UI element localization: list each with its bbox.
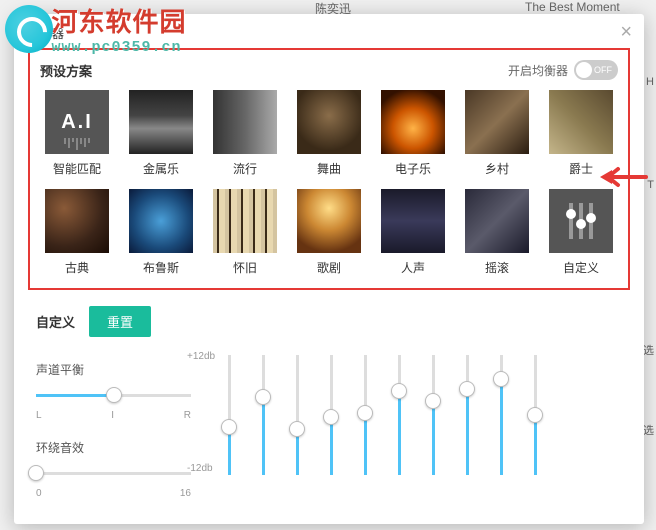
side-text-4: 选 — [643, 422, 654, 438]
preset-ai[interactable]: A.I 智能匹配 — [40, 90, 114, 177]
preset-thumb-elec — [381, 90, 445, 154]
preset-thumb-opera — [297, 189, 361, 253]
eq-band-2[interactable] — [255, 355, 271, 475]
preset-label: 摇滚 — [460, 259, 534, 276]
preset-thumb-rock — [465, 189, 529, 253]
preset-label: 电子乐 — [376, 160, 450, 177]
balance-tick-right: R — [184, 410, 191, 421]
preset-thumb-classic — [45, 189, 109, 253]
preset-classic[interactable]: 古典 — [40, 189, 114, 276]
preset-thumb-oldie — [213, 189, 277, 253]
preset-opera[interactable]: 歌剧 — [292, 189, 366, 276]
surround-control: 环绕音效 0 16 — [36, 439, 191, 499]
eq-toggle[interactable]: OFF — [574, 60, 618, 80]
surround-tick-max: 16 — [180, 488, 191, 499]
side-text-1: H — [646, 76, 654, 88]
preset-thumb-pop — [213, 90, 277, 154]
balance-tick-left: L — [36, 410, 42, 421]
custom-body: 声道平衡 L I R 环绕音效 — [36, 351, 622, 517]
custom-header: 自定义 重置 — [36, 306, 622, 337]
preset-country[interactable]: 乡村 — [460, 90, 534, 177]
preset-elec[interactable]: 电子乐 — [376, 90, 450, 177]
preset-blues[interactable]: 布鲁斯 — [124, 189, 198, 276]
db-label-top: +12db — [187, 351, 215, 362]
preset-rock[interactable]: 摇滚 — [460, 189, 534, 276]
preset-label: 古典 — [40, 259, 114, 276]
eq-toggle-group: 开启均衡器 OFF — [508, 60, 618, 80]
preset-thumb-jazz — [549, 90, 613, 154]
panel-title: 均衡器 — [28, 27, 64, 41]
eq-band-4[interactable] — [323, 355, 339, 475]
preset-pop[interactable]: 流行 — [208, 90, 282, 177]
surround-ticks: 0 16 — [36, 488, 191, 499]
eq-band-3[interactable] — [289, 355, 305, 475]
preset-thumb-country — [465, 90, 529, 154]
preset-label: 舞曲 — [292, 160, 366, 177]
preset-title: 预设方案 — [40, 61, 92, 80]
preset-jazz[interactable]: 爵士 — [544, 90, 618, 177]
preset-thumb-blues — [129, 189, 193, 253]
custom-section: 自定义 重置 声道平衡 L I R — [14, 298, 644, 517]
surround-label: 环绕音效 — [36, 439, 191, 456]
bg-album: The Best Moment — [525, 0, 620, 14]
side-text-3: 选 — [643, 342, 654, 358]
preset-oldie[interactable]: 怀旧 — [208, 189, 282, 276]
eq-band-1[interactable] — [221, 355, 237, 475]
preset-label: 智能匹配 — [40, 160, 114, 177]
preset-dance[interactable]: 舞曲 — [292, 90, 366, 177]
balance-tick-mid: I — [111, 410, 114, 421]
preset-thumb-metal — [129, 90, 193, 154]
left-controls: 声道平衡 L I R 环绕音效 — [36, 351, 191, 517]
preset-thumb-ai: A.I — [45, 90, 109, 154]
eq-band-7[interactable] — [425, 355, 441, 475]
preset-metal[interactable]: 金属乐 — [124, 90, 198, 177]
surround-tick-min: 0 — [36, 488, 42, 499]
preset-label: 歌剧 — [292, 259, 366, 276]
preset-section: 预设方案 开启均衡器 OFF A.I 智能匹配金属乐流行舞曲电子乐乡村爵士古典布鲁… — [28, 48, 630, 290]
eq-band-8[interactable] — [459, 355, 475, 475]
eq-band-9[interactable] — [493, 355, 509, 475]
preset-label: 流行 — [208, 160, 282, 177]
balance-ticks: L I R — [36, 410, 191, 421]
preset-custom[interactable]: 自定义 — [544, 189, 618, 276]
preset-grid: A.I 智能匹配金属乐流行舞曲电子乐乡村爵士古典布鲁斯怀旧歌剧人声摇滚自定义 — [40, 90, 618, 276]
custom-title: 自定义 — [36, 312, 75, 331]
preset-vocal[interactable]: 人声 — [376, 189, 450, 276]
close-button[interactable]: × — [620, 22, 632, 42]
eq-band-sliders: +12db -12db — [221, 351, 622, 517]
preset-label: 布鲁斯 — [124, 259, 198, 276]
balance-control: 声道平衡 L I R — [36, 361, 191, 421]
preset-thumb-custom — [549, 189, 613, 253]
preset-header: 预设方案 开启均衡器 OFF — [40, 60, 618, 80]
eq-band-5[interactable] — [357, 355, 373, 475]
balance-slider[interactable] — [36, 384, 191, 406]
preset-thumb-dance — [297, 90, 361, 154]
preset-label: 自定义 — [544, 259, 618, 276]
reset-button[interactable]: 重置 — [89, 306, 151, 337]
equalizer-panel: 均衡器 × 预设方案 开启均衡器 OFF A.I 智能匹配金属乐流行舞曲电子乐乡村… — [14, 14, 644, 524]
preset-label: 怀旧 — [208, 259, 282, 276]
preset-label: 乡村 — [460, 160, 534, 177]
db-label-bottom: -12db — [187, 463, 213, 474]
eq-toggle-label: 开启均衡器 — [508, 62, 568, 79]
eq-band-6[interactable] — [391, 355, 407, 475]
preset-thumb-vocal — [381, 189, 445, 253]
preset-label: 人声 — [376, 259, 450, 276]
annotation-arrow-icon — [596, 165, 648, 189]
surround-slider[interactable] — [36, 462, 191, 484]
balance-label: 声道平衡 — [36, 361, 191, 378]
preset-label: 金属乐 — [124, 160, 198, 177]
panel-header: 均衡器 × — [14, 14, 644, 48]
eq-band-10[interactable] — [527, 355, 543, 475]
